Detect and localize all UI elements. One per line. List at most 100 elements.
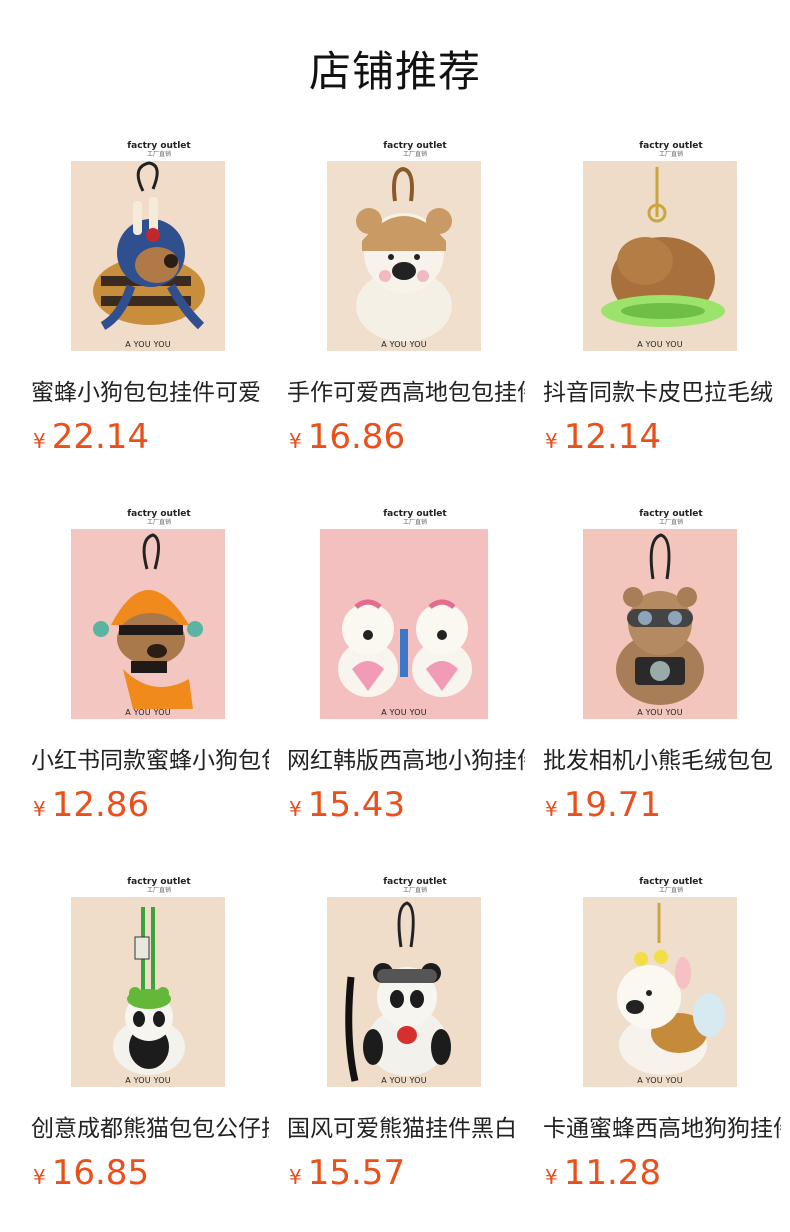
brand-logo: factry outlet (127, 877, 191, 887)
brand-logo: factry outlet (127, 141, 191, 151)
brand-subtitle: 工厂直销 (402, 519, 427, 526)
product-photo[interactable]: factry outlet 工厂直销 A YOU YOU (31, 877, 287, 1097)
currency-symbol: ¥ (289, 429, 302, 453)
product-price: ¥12.14 (545, 417, 661, 457)
photo-label: A YOU YOU (637, 708, 683, 717)
product-image[interactable]: A YOU YOU (583, 529, 737, 719)
product-name[interactable]: 抖音同款卡皮巴拉毛绒 (543, 377, 781, 409)
brand-logo: factry outlet (383, 877, 447, 887)
product-price: ¥15.43 (289, 785, 405, 825)
product-name[interactable]: 蜜蜂小狗包包挂件可爱 (31, 377, 269, 409)
price-value: 11.28 (563, 1153, 662, 1193)
currency-symbol: ¥ (289, 1165, 302, 1189)
price-value: 16.85 (51, 1153, 150, 1193)
product-photo[interactable]: factry outlet 工厂直销 A YOU YOU (543, 141, 790, 361)
product-price: ¥11.28 (545, 1153, 661, 1193)
bee-dog-plush-icon (93, 161, 205, 330)
product-card[interactable]: factry outlet 工厂直销 A YOU YOU 抖音同款卡皮巴拉毛绒 … (543, 141, 790, 481)
product-name[interactable]: 小红书同款蜜蜂小狗包包 (31, 745, 269, 777)
product-card[interactable]: factry outlet 工厂直销 A YOU YOU (287, 509, 543, 849)
product-price: ¥19.71 (545, 785, 661, 825)
product-name[interactable]: 批发相机小熊毛绒包包 (543, 745, 781, 777)
photo-label: A YOU YOU (125, 340, 171, 349)
brand-subtitle: 工厂直销 (402, 887, 427, 894)
product-image[interactable]: A YOU YOU (320, 529, 488, 719)
product-name[interactable]: 网红韩版西高地小狗挂件 (287, 745, 525, 777)
product-photo[interactable]: factry outlet 工厂直销 A YOU YOU (287, 141, 543, 361)
product-image[interactable]: A YOU YOU (71, 161, 225, 351)
photo-label: A YOU YOU (125, 708, 171, 717)
currency-symbol: ¥ (545, 429, 558, 453)
product-image[interactable]: A YOU YOU (71, 529, 225, 719)
brand-logo: factry outlet (383, 141, 447, 151)
photo-label: A YOU YOU (125, 1076, 171, 1085)
product-card[interactable]: factry outlet 工厂直销 A YOU YOU (287, 141, 543, 481)
product-card[interactable]: factry outlet 工厂直销 A YOU YOU 小红书同款蜜蜂小狗包包 (31, 509, 287, 849)
product-name[interactable]: 卡通蜜蜂西高地狗狗挂件 (543, 1113, 781, 1145)
brand-subtitle: 工厂直销 (146, 887, 171, 894)
currency-symbol: ¥ (33, 797, 46, 821)
brand-logo: factry outlet (639, 141, 703, 151)
panda-frog-hat-plush-icon (113, 907, 185, 1075)
product-card[interactable]: factry outlet 工厂直销 A YOU YOU (287, 877, 543, 1217)
price-value: 12.86 (51, 785, 150, 825)
product-card[interactable]: factry outlet 工厂直销 A YOU YOU 批发相机小熊毛绒包包 … (543, 509, 790, 849)
product-photo[interactable]: factry outlet 工厂直销 A YOU YOU (31, 141, 287, 361)
panda-goggles-plush-icon (345, 901, 451, 1082)
product-name[interactable]: 手作可爱西高地包包挂件 (287, 377, 525, 409)
bee-westie-plush-icon (617, 903, 725, 1075)
brand-subtitle: 工厂直销 (146, 151, 171, 158)
photo-label: A YOU YOU (381, 340, 427, 349)
product-photo[interactable]: factry outlet 工厂直销 A YOU YOU (287, 877, 543, 1097)
product-photo[interactable]: factry outlet 工厂直销 A YOU YOU (543, 877, 790, 1097)
product-image[interactable]: A YOU YOU (327, 161, 481, 351)
photo-label: A YOU YOU (381, 708, 427, 717)
barbie-westie-pair-icon (338, 599, 472, 697)
brand-logo: factry outlet (639, 877, 703, 887)
product-image[interactable]: A YOU YOU (583, 897, 737, 1087)
brand-subtitle: 工厂直销 (658, 519, 683, 526)
product-name[interactable]: 国风可爱熊猫挂件黑白 (287, 1113, 525, 1145)
product-card[interactable]: factry outlet 工厂直销 A YOU YOU 卡通蜜蜂西高地狗狗挂件… (543, 877, 790, 1217)
product-photo[interactable]: factry outlet 工厂直销 A YOU YOU (31, 509, 287, 729)
photo-label: A YOU YOU (381, 1076, 427, 1085)
product-image[interactable]: A YOU YOU (71, 897, 225, 1087)
product-price: ¥22.14 (33, 417, 149, 457)
product-card[interactable]: factry outlet 工厂直销 A YOU YOU 创意成都熊猫包包公仔 … (31, 877, 287, 1217)
product-price: ¥15.57 (289, 1153, 405, 1193)
currency-symbol: ¥ (33, 429, 46, 453)
currency-symbol: ¥ (545, 1165, 558, 1189)
brand-subtitle: 工厂直销 (658, 151, 683, 158)
product-image[interactable]: A YOU YOU (327, 897, 481, 1087)
bee-dog-plush-icon (93, 533, 203, 709)
price-value: 15.43 (307, 785, 406, 825)
brand-subtitle: 工厂直销 (402, 151, 427, 158)
brand-logo: factry outlet (383, 509, 447, 519)
product-photo[interactable]: factry outlet 工厂直销 A YOU YOU (543, 509, 790, 729)
product-grid: factry outlet 工厂直销 A YOU YOU 蜜蜂小狗包包挂件可爱 … (0, 0, 790, 1232)
currency-symbol: ¥ (545, 797, 558, 821)
brand-logo: factry outlet (639, 509, 703, 519)
price-value: 16.86 (307, 417, 406, 457)
price-value: 19.71 (563, 785, 662, 825)
capybara-plush-icon (601, 167, 725, 327)
brand-subtitle: 工厂直销 (146, 519, 171, 526)
price-value: 22.14 (51, 417, 150, 457)
photo-label: A YOU YOU (637, 340, 683, 349)
brand-subtitle: 工厂直销 (658, 887, 683, 894)
product-image[interactable]: A YOU YOU (583, 161, 737, 351)
product-name[interactable]: 创意成都熊猫包包公仔挂件 (31, 1113, 269, 1145)
product-price: ¥12.86 (33, 785, 149, 825)
photo-label: A YOU YOU (637, 1076, 683, 1085)
price-value: 15.57 (307, 1153, 406, 1193)
currency-symbol: ¥ (289, 797, 302, 821)
product-card[interactable]: factry outlet 工厂直销 A YOU YOU (31, 141, 287, 481)
bear-hat-westie-plush-icon (356, 166, 452, 342)
price-value: 12.14 (563, 417, 662, 457)
product-photo[interactable]: factry outlet 工厂直销 A YOU YOU (287, 509, 543, 729)
currency-symbol: ¥ (33, 1165, 46, 1189)
product-price: ¥16.86 (289, 417, 405, 457)
product-price: ¥16.85 (33, 1153, 149, 1193)
brand-logo: factry outlet (127, 509, 191, 519)
camera-bear-plush-icon (616, 533, 704, 705)
